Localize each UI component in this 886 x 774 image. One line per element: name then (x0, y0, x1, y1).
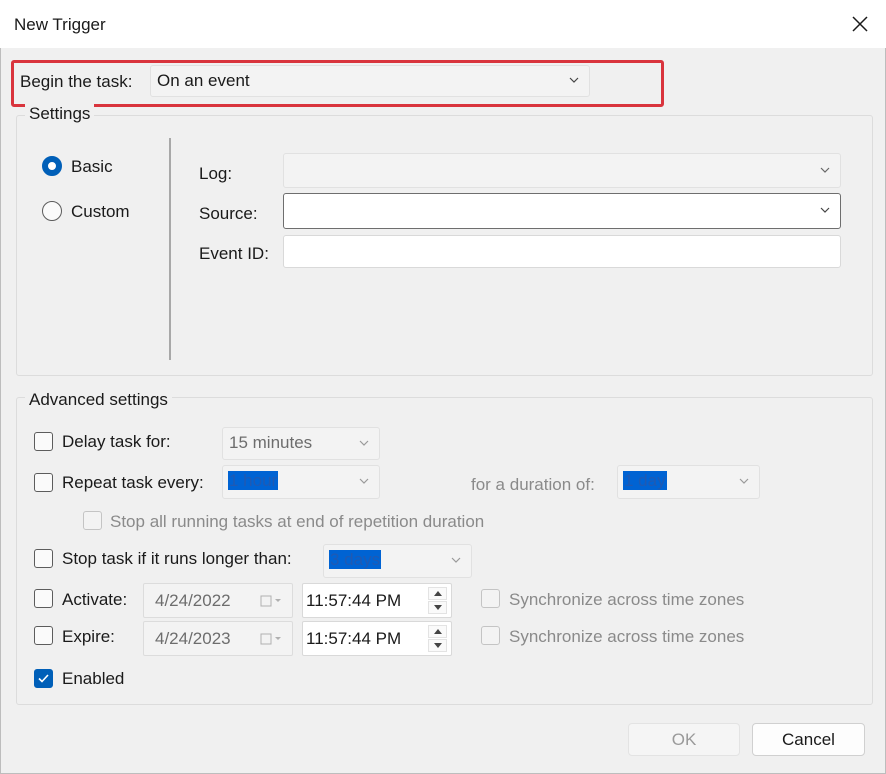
begin-task-label: Begin the task: (20, 72, 133, 91)
chevron-down-icon (451, 557, 461, 563)
basic-radio[interactable] (42, 156, 62, 176)
duration-label: for a duration of: (471, 475, 595, 494)
stop-longer-checkbox[interactable] (34, 549, 53, 568)
stop-longer-label[interactable]: Stop task if it runs longer than: (62, 549, 292, 569)
custom-radio-label[interactable]: Custom (71, 202, 130, 222)
checkmark-icon (38, 674, 49, 683)
log-select[interactable] (283, 153, 841, 188)
begin-task-value: On an event (157, 71, 250, 90)
title-bar: New Trigger (0, 0, 886, 48)
log-label: Log: (199, 164, 233, 183)
expire-time-picker[interactable]: 11:57:44 PM (302, 621, 452, 656)
event-id-input[interactable] (283, 235, 841, 268)
advanced-settings-title: Advanced settings (25, 390, 172, 410)
activate-checkbox[interactable] (34, 589, 53, 608)
settings-group-title: Settings (25, 104, 95, 124)
activate-date-picker[interactable]: 4/24/2022 (143, 583, 293, 618)
spin-down-icon[interactable] (428, 639, 447, 652)
spin-up-icon[interactable] (428, 587, 447, 600)
expire-sync-checkbox[interactable] (481, 626, 500, 645)
delay-value: 15 minutes (229, 433, 313, 452)
expire-checkbox[interactable] (34, 626, 53, 645)
basic-radio-label[interactable]: Basic (71, 157, 113, 177)
chevron-down-icon (820, 167, 830, 173)
window-title: New Trigger (14, 15, 106, 34)
spin-up-icon[interactable] (428, 625, 447, 638)
event-id-label: Event ID: (199, 244, 269, 263)
spin-down-icon[interactable] (428, 601, 447, 614)
enabled-checkbox[interactable] (34, 669, 53, 688)
calendar-dropdown-icon (260, 633, 281, 645)
delay-select[interactable]: 15 minutes (222, 427, 380, 460)
delay-checkbox[interactable] (34, 432, 53, 451)
chevron-down-icon (359, 440, 369, 446)
expire-sync-label: Synchronize across time zones (509, 627, 745, 646)
enabled-label[interactable]: Enabled (62, 669, 124, 689)
duration-value: 1 day (623, 471, 667, 490)
activate-label[interactable]: Activate: (62, 590, 127, 610)
activate-time-picker[interactable]: 11:57:44 PM (302, 583, 452, 618)
duration-select[interactable]: 1 day (617, 465, 760, 499)
ok-button[interactable]: OK (628, 723, 740, 756)
expire-date-value: 4/24/2023 (155, 629, 231, 648)
repeat-select[interactable]: 1 hour (222, 465, 380, 499)
repeat-checkbox[interactable] (34, 473, 53, 492)
chevron-down-icon (820, 207, 830, 213)
stop-longer-select[interactable]: 3 days (323, 544, 472, 578)
activate-time-value: 11:57:44 PM (306, 591, 402, 610)
stop-all-label: Stop all running tasks at end of repetit… (110, 512, 485, 531)
calendar-dropdown-icon (260, 595, 281, 607)
chevron-down-icon (739, 478, 749, 484)
custom-radio[interactable] (42, 201, 62, 221)
expire-time-value: 11:57:44 PM (306, 629, 402, 648)
chevron-down-icon (359, 478, 369, 484)
begin-task-select[interactable]: On an event (150, 65, 590, 97)
activate-date-value: 4/24/2022 (155, 591, 231, 610)
chevron-down-icon (569, 77, 579, 83)
cancel-button[interactable]: Cancel (752, 723, 865, 756)
repeat-value: 1 hour (228, 471, 279, 490)
source-select[interactable] (283, 193, 841, 229)
stop-longer-value: 3 days (329, 550, 382, 569)
source-label: Source: (199, 204, 258, 223)
stop-all-checkbox[interactable] (83, 511, 102, 530)
activate-sync-label: Synchronize across time zones (509, 590, 745, 609)
expire-date-picker[interactable]: 4/24/2023 (143, 621, 293, 656)
delay-label[interactable]: Delay task for: (62, 432, 171, 452)
activate-sync-checkbox[interactable] (481, 589, 500, 608)
settings-divider (169, 138, 171, 360)
repeat-label[interactable]: Repeat task every: (62, 473, 204, 493)
expire-label[interactable]: Expire: (62, 627, 115, 647)
close-icon[interactable] (848, 12, 872, 36)
